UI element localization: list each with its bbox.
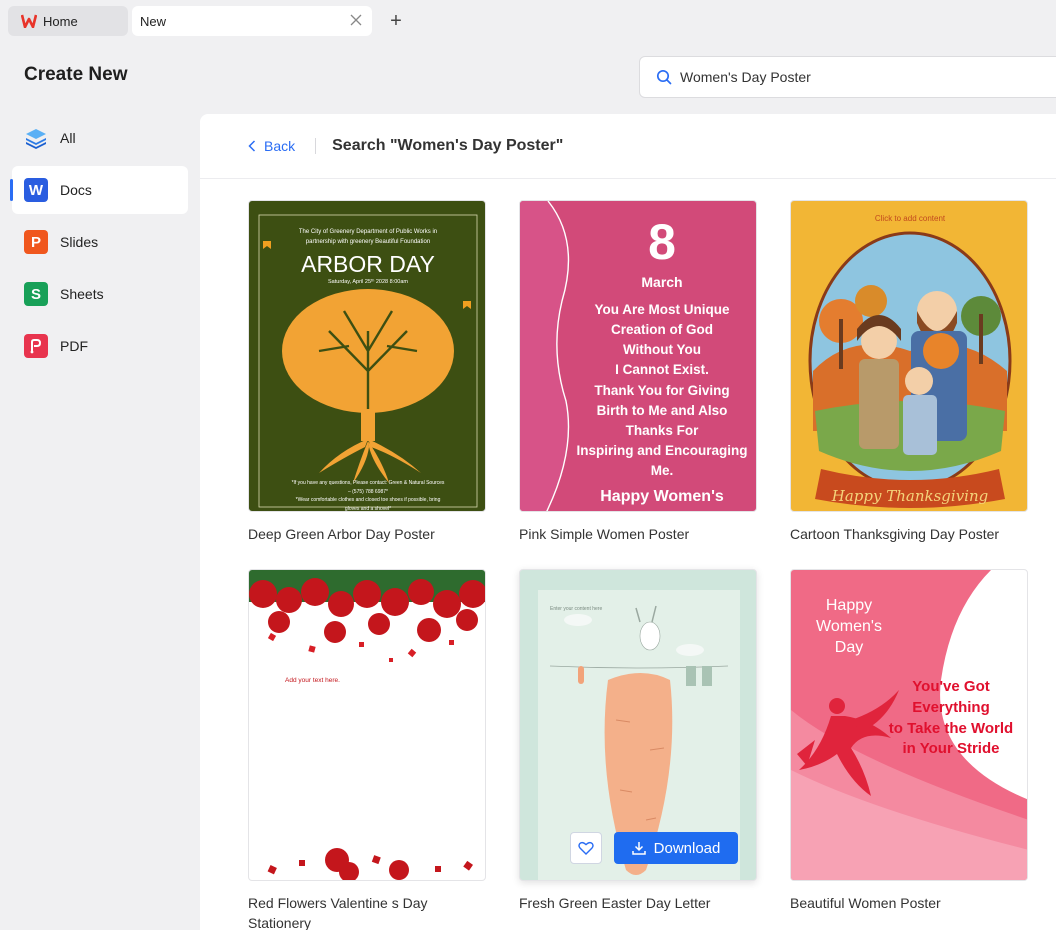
poster-text: gloves and a shovel* [345, 506, 391, 512]
template-card[interactable]: Happy Women's Day You've Got Everything … [790, 569, 1028, 913]
sidebar-item-label: Sheets [60, 286, 104, 302]
template-card[interactable]: 8 March You Are Most Unique Creation of … [519, 200, 757, 544]
template-title: Red Flowers Valentine s Day Stationery [248, 895, 428, 930]
docs-icon: W [24, 178, 48, 202]
sidebar-item-docs[interactable]: W Docs [10, 166, 188, 214]
template-thumbnail[interactable]: Add your text here. [248, 569, 486, 881]
tab-home[interactable]: Home [8, 6, 128, 36]
template-title: Beautiful Women Poster [790, 895, 941, 911]
template-card[interactable]: Add your text here. Red Flowers Valentin… [248, 569, 486, 930]
template-card[interactable]: Click to add content Happy Thanksgiving … [790, 200, 1028, 544]
poster-month: March [641, 274, 682, 290]
poster-text: – (575) 788 6987* [348, 489, 388, 495]
card-hover-actions: Download [570, 832, 738, 864]
download-icon [631, 842, 646, 855]
poster-text: Day [835, 639, 863, 656]
arbor-day-poster: The City of Greenery Department of Publi… [258, 214, 478, 512]
search-results-title: Search "Women's Day Poster" [332, 137, 564, 154]
poster-line: Birth to Me and Also [597, 403, 728, 418]
template-thumbnail[interactable]: Happy Women's Day You've Got Everything … [790, 569, 1028, 881]
sidebar-item-label: Docs [60, 182, 92, 198]
template-thumbnail[interactable]: 8 March You Are Most Unique Creation of … [519, 200, 757, 512]
poster-line: Thank You for Giving [594, 383, 729, 398]
poster-text: in Your Stride [903, 740, 1000, 757]
poster-line: Without You [623, 342, 701, 357]
pink-women-poster: 8 March You Are Most Unique Creation of … [520, 201, 748, 511]
poster-text: Click to add content [875, 214, 946, 223]
heart-icon [578, 841, 594, 855]
poster-line: I Cannot Exist. [615, 362, 709, 377]
poster-text: Women's [816, 618, 882, 635]
poster-text: partnership with greenery Beautiful Foun… [306, 239, 430, 245]
poster-line: Inspiring and Encouraging [576, 443, 747, 458]
chevron-left-icon [248, 140, 256, 152]
template-card[interactable]: Enter your content here Download Fresh G… [519, 569, 757, 913]
poster-number: 8 [648, 214, 676, 270]
thanksgiving-poster: Click to add content Happy Thanksgiving [808, 214, 1012, 508]
sidebar-item-slides[interactable]: P Slides [12, 218, 188, 266]
poster-line: Creation of God [611, 322, 713, 337]
template-thumbnail[interactable]: Enter your content here Download [519, 569, 757, 881]
poster-line: You Are Most Unique [595, 302, 730, 317]
poster-text: Happy [826, 597, 872, 614]
poster-line: Thanks For [626, 423, 700, 438]
search-box[interactable] [639, 56, 1056, 98]
tab-bar: Home New + [0, 0, 1056, 42]
slides-icon: P [24, 230, 48, 254]
download-label: Download [653, 839, 721, 857]
poster-banner: Happy Thanksgiving [831, 487, 988, 505]
beautiful-women-poster: Happy Women's Day You've Got Everything … [791, 570, 1027, 880]
poster-text: *Wear comfortable clothes and closed toe… [296, 497, 441, 503]
search-input[interactable] [680, 69, 1010, 85]
poster-heading: ARBOR DAY [301, 251, 435, 277]
pdf-icon [24, 334, 48, 358]
poster-text: Everything [912, 699, 990, 716]
sidebar-item-label: PDF [60, 338, 88, 354]
favorite-button[interactable] [570, 832, 602, 864]
template-card[interactable]: The City of Greenery Department of Publi… [248, 200, 486, 544]
template-title: Deep Green Arbor Day Poster [248, 526, 435, 542]
main-panel: Back Search "Women's Day Poster" The Cit… [200, 114, 1056, 930]
back-button[interactable]: Back [248, 138, 295, 154]
sidebar: All W Docs P Slides S Sheets PDF [10, 114, 188, 374]
page-title: Create New [24, 64, 128, 85]
poster-text: Saturday, April 25ᵗʰ 2028 8:00am [328, 278, 408, 285]
poster-text: The City of Greenery Department of Publi… [299, 229, 437, 235]
sheets-icon: S [24, 282, 48, 306]
layers-icon [26, 129, 46, 149]
sidebar-item-all[interactable]: All [12, 114, 188, 162]
wps-logo-icon [21, 14, 37, 28]
poster-text: You've Got [912, 678, 989, 695]
poster-text: to Take the World [889, 720, 1013, 737]
close-icon[interactable] [350, 14, 362, 26]
template-title: Fresh Green Easter Day Letter [519, 895, 711, 911]
back-label: Back [264, 138, 296, 154]
red-flowers-poster: Add your text here. [249, 570, 485, 880]
template-title: Pink Simple Women Poster [519, 526, 690, 542]
tab-home-label: Home [43, 13, 78, 29]
poster-footer: Happy Women's [600, 488, 724, 505]
sidebar-item-label: Slides [60, 234, 99, 250]
poster-text: Add your text here. [285, 677, 340, 684]
poster-text: *If you have any questions, Please conta… [292, 480, 445, 486]
search-icon [656, 69, 672, 85]
template-title: Cartoon Thanksgiving Day Poster [790, 526, 1000, 542]
sidebar-item-sheets[interactable]: S Sheets [12, 270, 188, 318]
sidebar-item-pdf[interactable]: PDF [12, 322, 188, 370]
poster-text: Enter your content here [550, 606, 602, 612]
divider [315, 138, 317, 154]
tab-new-label: New [140, 13, 167, 29]
results-header: Back Search "Women's Day Poster" [200, 114, 1056, 179]
tab-new[interactable]: New [132, 6, 372, 36]
sidebar-item-label: All [60, 130, 76, 146]
poster-line: Me. [651, 463, 674, 478]
download-button[interactable]: Download [614, 832, 738, 864]
new-tab-plus-icon[interactable]: + [386, 11, 406, 31]
template-thumbnail[interactable]: Click to add content Happy Thanksgiving [790, 200, 1028, 512]
template-thumbnail[interactable]: The City of Greenery Department of Publi… [248, 200, 486, 512]
